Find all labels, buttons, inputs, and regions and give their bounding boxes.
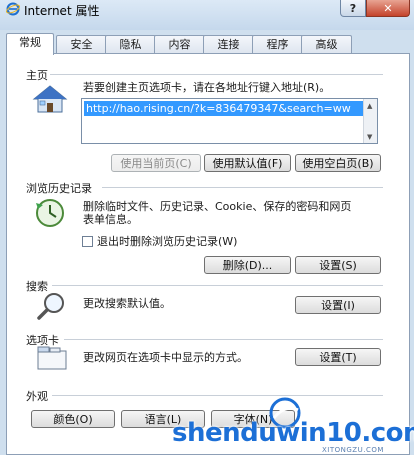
homepage-title: 主页 xyxy=(26,69,48,82)
tab-connections[interactable]: 连接 xyxy=(203,35,254,54)
window-title: Internet 属性 xyxy=(24,4,100,18)
history-description-line2: 表单信息。 xyxy=(83,213,138,226)
homepage-url-textarea[interactable]: http://hao.rising.cn/?k=836479347&search… xyxy=(81,98,378,144)
tabs-description: 更改网页在选项卡中显示的方式。 xyxy=(83,351,248,364)
delete-on-exit-label: 退出时删除浏览历史记录(W) xyxy=(97,235,238,248)
tab-general[interactable]: 常规 xyxy=(6,33,54,55)
delete-on-exit-checkbox[interactable] xyxy=(82,236,93,247)
help-button[interactable]: ? xyxy=(340,0,366,17)
title-bar: Internet 属性 ? ✕ xyxy=(0,0,414,30)
history-separator xyxy=(102,187,383,188)
tab-privacy[interactable]: 隐私 xyxy=(105,35,156,54)
homepage-separator xyxy=(50,74,383,75)
use-current-button[interactable]: 使用当前页(C) xyxy=(111,154,201,172)
search-settings-button[interactable]: 设置(I) xyxy=(295,296,381,314)
tabs-icon xyxy=(37,346,67,370)
watermark-subtext: XITONGZU.COM xyxy=(322,446,384,454)
tab-programs[interactable]: 程序 xyxy=(252,35,303,54)
homepage-description: 若要创建主页选项卡，请在各地址行键入地址(R)。 xyxy=(83,81,331,94)
tabs-separator xyxy=(64,339,383,340)
delete-history-button[interactable]: 删除(D)... xyxy=(204,256,291,274)
use-blank-button[interactable]: 使用空白页(B) xyxy=(295,154,381,172)
close-button[interactable]: ✕ xyxy=(366,0,410,17)
ie-icon xyxy=(6,2,20,16)
magnifier-icon xyxy=(37,293,64,320)
tab-advanced[interactable]: 高级 xyxy=(301,35,352,54)
home-icon xyxy=(32,85,68,113)
use-default-button[interactable]: 使用默认值(F) xyxy=(204,154,291,172)
tab-security[interactable]: 安全 xyxy=(56,35,107,54)
history-title: 浏览历史记录 xyxy=(26,182,92,195)
tabs-settings-button[interactable]: 设置(T) xyxy=(295,348,381,366)
search-description: 更改搜索默认值。 xyxy=(83,297,171,310)
colors-button[interactable]: 颜色(O) xyxy=(31,410,115,428)
history-clock-icon xyxy=(36,199,64,227)
appearance-title: 外观 xyxy=(26,390,48,403)
tab-content[interactable]: 内容 xyxy=(154,35,205,54)
textarea-scrollbar[interactable]: ▲ ▼ xyxy=(363,99,377,143)
homepage-url-value: http://hao.rising.cn/?k=836479347&search… xyxy=(84,101,363,116)
watermark-text: shenduwin10.com xyxy=(172,418,414,448)
history-settings-button[interactable]: 设置(S) xyxy=(295,256,381,274)
appearance-separator xyxy=(52,395,383,396)
search-separator xyxy=(52,285,383,286)
